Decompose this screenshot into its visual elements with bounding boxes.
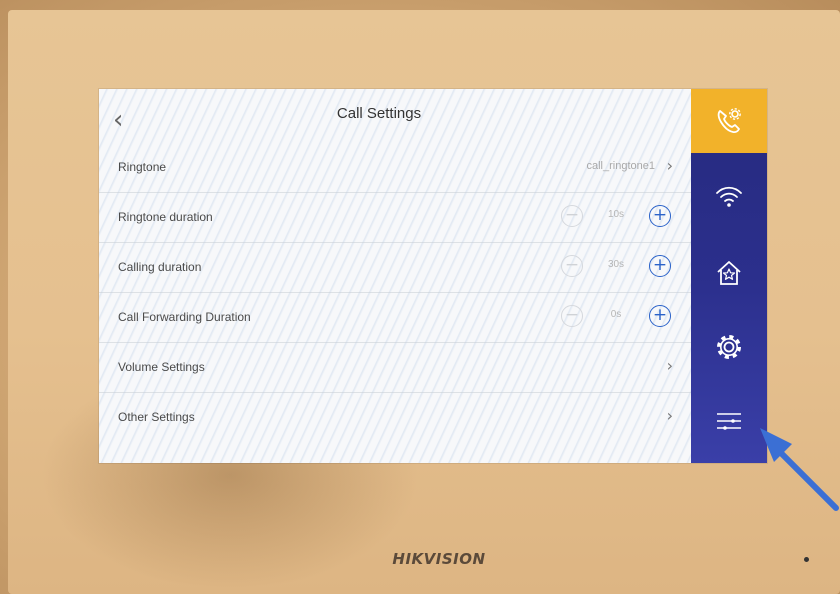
- plus-icon[interactable]: +: [649, 255, 671, 277]
- settings-row-other-settings[interactable]: Other Settings ›: [99, 393, 691, 443]
- gear-icon: [717, 335, 741, 359]
- wifi-icon: [716, 186, 742, 207]
- settings-panel: ‹ Call Settings Ringtone call_ringtone1 …: [99, 89, 691, 463]
- settings-row-ringtone-duration: Ringtone duration − 10s +: [99, 193, 691, 243]
- row-label: Calling duration: [118, 260, 202, 274]
- sidebar-item-settings[interactable]: [691, 315, 767, 379]
- call-forwarding-duration-stepper: − 0s +: [561, 305, 671, 329]
- stepper-value: 10s: [607, 209, 625, 220]
- row-label: Volume Settings: [118, 360, 205, 374]
- sidebar-item-home[interactable]: [691, 241, 767, 305]
- stepper-value: 0s: [610, 309, 622, 320]
- row-label: Ringtone: [118, 160, 167, 174]
- settings-row-calling-duration: Calling duration − 30s +: [99, 243, 691, 293]
- plus-icon[interactable]: +: [649, 205, 671, 227]
- phone-settings-icon: [717, 108, 741, 133]
- settings-row-ringtone[interactable]: Ringtone call_ringtone1 ›: [99, 143, 691, 193]
- chevron-left-icon[interactable]: ‹: [113, 105, 143, 135]
- sidebar-item-network[interactable]: [691, 165, 767, 229]
- chevron-right-icon: ›: [666, 356, 673, 375]
- row-label: Call Forwarding Duration: [118, 310, 251, 324]
- settings-list: Ringtone call_ringtone1 › Ringtone durat…: [99, 143, 691, 443]
- row-label: Ringtone duration: [118, 210, 213, 224]
- chevron-right-icon: ›: [666, 156, 673, 175]
- brand-logo: HIKVISION: [392, 550, 486, 568]
- stepper-value: 30s: [607, 259, 625, 270]
- minus-icon[interactable]: −: [561, 305, 583, 327]
- home-icon: [717, 261, 741, 285]
- minus-icon[interactable]: −: [561, 255, 583, 277]
- ringtone-value: call_ringtone1: [586, 160, 656, 172]
- sidebar-item-advanced[interactable]: [691, 389, 767, 453]
- sidebar-item-call-settings[interactable]: [691, 89, 767, 153]
- sidebar: [691, 89, 767, 463]
- settings-row-call-forwarding-duration: Call Forwarding Duration − 0s +: [99, 293, 691, 343]
- minus-icon[interactable]: −: [561, 205, 583, 227]
- ringtone-duration-stepper: − 10s +: [561, 205, 671, 229]
- device-screen: ‹ Call Settings Ringtone call_ringtone1 …: [99, 89, 767, 463]
- plus-icon[interactable]: +: [649, 305, 671, 327]
- sliders-icon: [717, 413, 741, 430]
- calling-duration-stepper: − 30s +: [561, 255, 671, 279]
- indicator-dot: [804, 557, 809, 562]
- page-title: Call Settings: [336, 105, 422, 122]
- row-label: Other Settings: [118, 410, 195, 424]
- chevron-right-icon: ›: [666, 406, 673, 425]
- header: ‹ Call Settings: [99, 89, 691, 149]
- settings-row-volume-settings[interactable]: Volume Settings ›: [99, 343, 691, 393]
